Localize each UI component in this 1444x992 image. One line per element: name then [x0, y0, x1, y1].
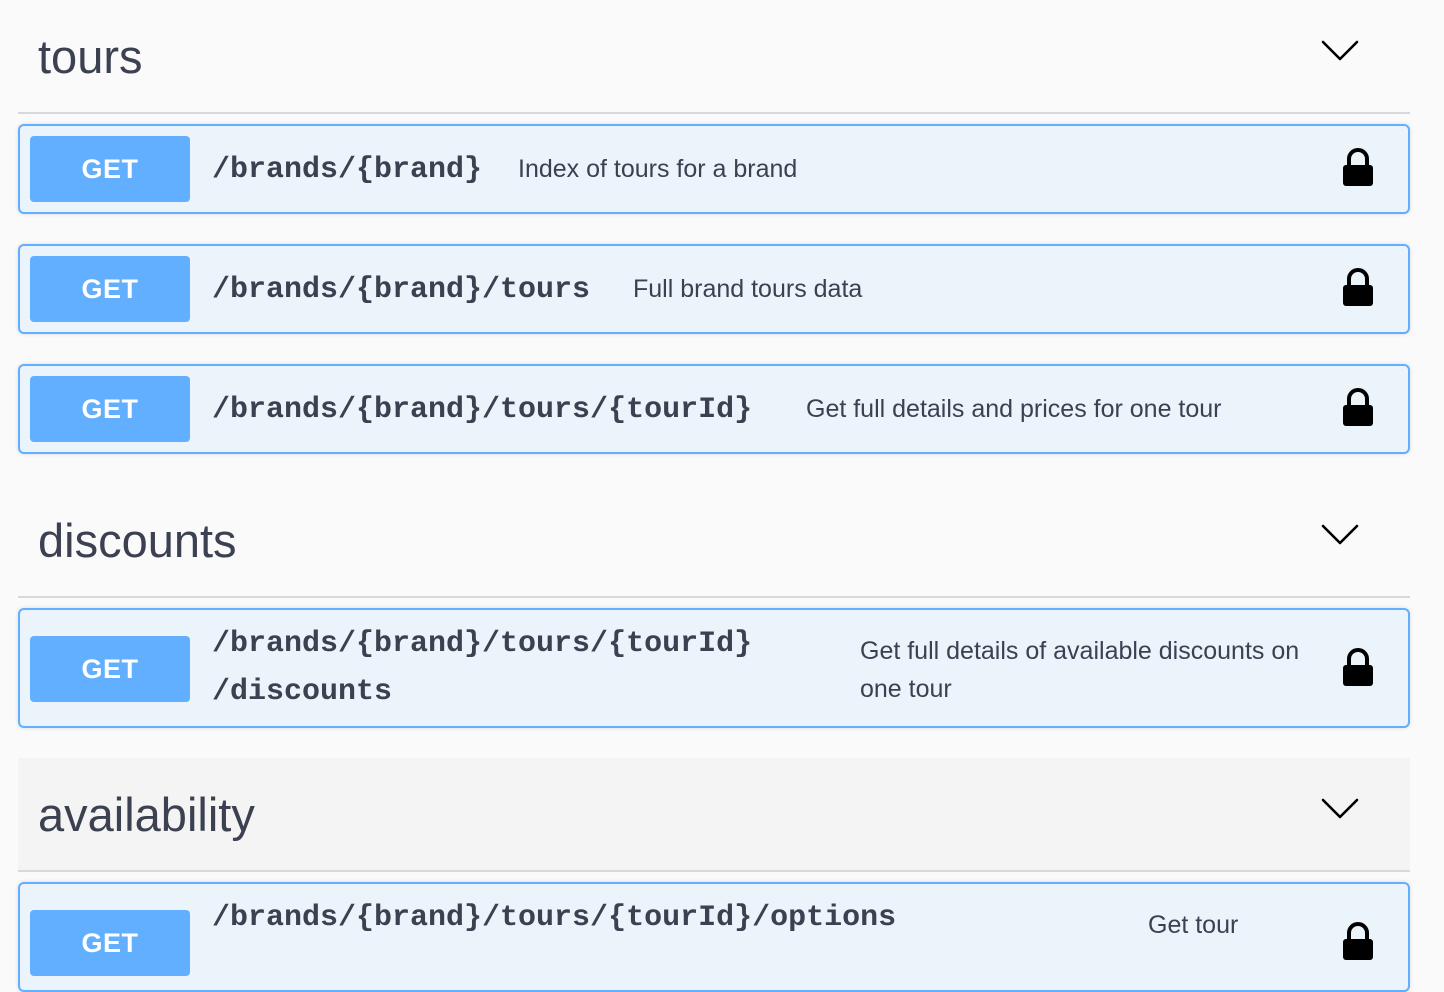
chevron-down-icon[interactable] — [1320, 523, 1360, 547]
operation-path: /brands/{brand}/tours/{tourId}/options — [212, 901, 897, 935]
section-title: tours — [38, 30, 143, 83]
operation-summary: Get full details and prices for one tour — [806, 395, 1222, 423]
operation-get-tour-details[interactable]: GET /brands/{brand}/tours/{tourId} Get f… — [18, 364, 1410, 454]
operation-get-brand-tours[interactable]: GET /brands/{brand}/tours Full brand tou… — [18, 244, 1410, 334]
lock-icon[interactable] — [1342, 268, 1374, 308]
method-badge: GET — [30, 136, 190, 202]
section-title: availability — [38, 788, 255, 841]
lock-icon[interactable] — [1342, 922, 1374, 962]
operation-path: /brands/{brand} — [212, 153, 483, 187]
chevron-down-icon[interactable] — [1320, 797, 1360, 821]
method-badge: GET — [30, 636, 190, 702]
operation-path-line1: /brands/{brand}/tours/{tourId} — [212, 627, 753, 661]
method-badge: GET — [30, 910, 190, 976]
lock-icon[interactable] — [1342, 388, 1374, 428]
operation-path-line2: /discounts — [212, 675, 393, 709]
lock-icon[interactable] — [1342, 648, 1374, 688]
method-badge: GET — [30, 256, 190, 322]
operation-summary: Get tour — [1148, 911, 1239, 939]
operation-summary: Full brand tours data — [633, 275, 863, 303]
operation-summary-line2: one tour — [860, 675, 952, 703]
operation-path: /brands/{brand}/tours — [212, 273, 591, 307]
operation-summary: Index of tours for a brand — [518, 155, 798, 183]
section-header-discounts[interactable]: discounts — [18, 484, 1410, 598]
section-title: discounts — [38, 514, 237, 567]
operation-get-tour-options[interactable]: GET /brands/{brand}/tours/{tourId}/optio… — [18, 882, 1410, 992]
operation-get-brand[interactable]: GET /brands/{brand} Index of tours for a… — [18, 124, 1410, 214]
section-header-tours[interactable]: tours — [18, 0, 1410, 114]
method-badge: GET — [30, 376, 190, 442]
operation-path: /brands/{brand}/tours/{tourId} — [212, 393, 753, 427]
section-header-availability[interactable]: availability — [18, 758, 1410, 872]
operation-get-tour-discounts[interactable]: GET /brands/{brand}/tours/{tourId} /disc… — [18, 608, 1410, 728]
operation-summary-line1: Get full details of available discounts … — [860, 637, 1300, 665]
chevron-down-icon[interactable] — [1320, 39, 1360, 63]
lock-icon[interactable] — [1342, 148, 1374, 188]
